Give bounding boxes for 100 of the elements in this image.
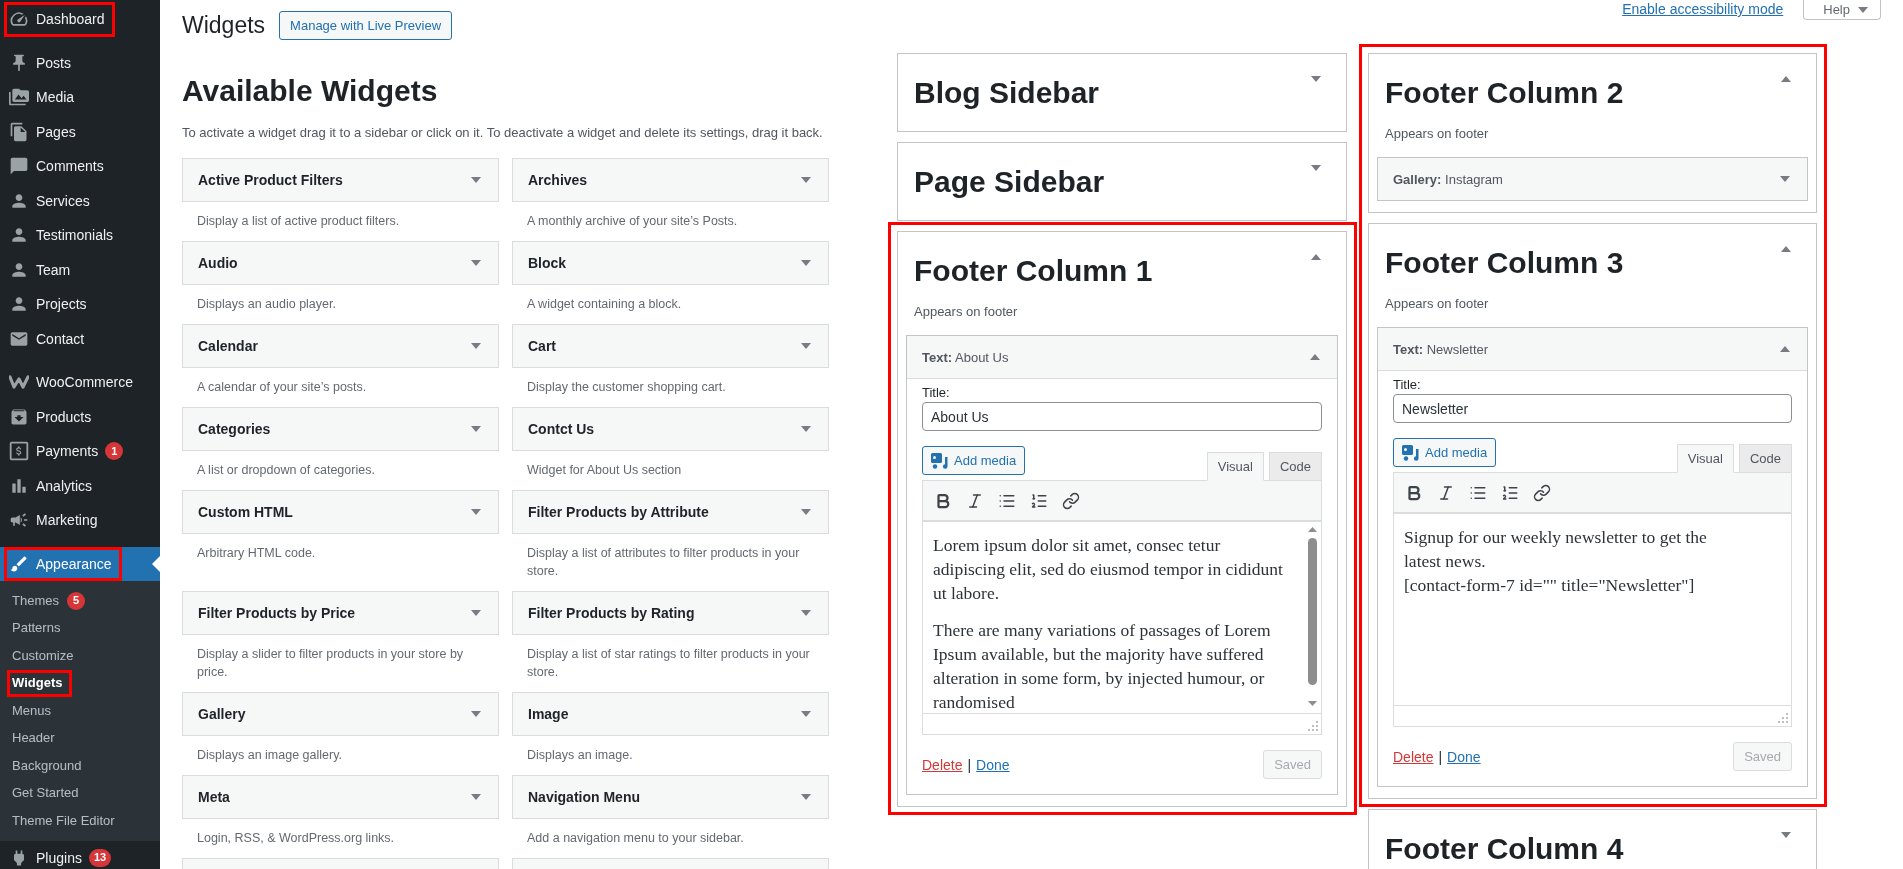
menu-item[interactable]: Testimonials — [0, 218, 160, 253]
menu-item[interactable]: Dashboard — [0, 2, 160, 37]
widget-header[interactable]: Archives — [512, 158, 829, 202]
widget-header[interactable]: Filter Products by Rating — [512, 591, 829, 635]
resize-grip-icon[interactable] — [1308, 721, 1318, 731]
help-button[interactable]: Help — [1803, 0, 1881, 20]
caret-down-icon[interactable] — [471, 177, 481, 183]
delete-link[interactable]: Delete — [922, 755, 963, 774]
caret-down-icon[interactable] — [471, 794, 481, 800]
menu-item[interactable]: Team — [0, 252, 160, 287]
editor-paragraph: Lorem ipsum dolor sit amet, consec tetur adipiscing elit, sed do eiusmod tempor in cididunt ut labore. — [933, 534, 1284, 605]
editor-paragraph: There are many variations of passages of Lorem Ipsum available, but the majority have suffered alteration in some form, by injected humour, or randomised — [933, 619, 1272, 713]
menu-item[interactable]: Media — [0, 80, 160, 115]
menu-item[interactable]: Plugins 13 — [0, 840, 160, 869]
delete-link[interactable]: Delete — [1393, 747, 1434, 766]
menu-item[interactable]: Pages — [0, 114, 160, 149]
done-link[interactable]: Done — [1447, 747, 1481, 766]
add-media-button[interactable]: Add media — [922, 446, 1026, 475]
caret-up-icon[interactable] — [1310, 354, 1320, 360]
count-badge: 1 — [105, 442, 124, 461]
menu-item[interactable]: Marketing — [0, 503, 160, 538]
caret-down-icon[interactable] — [801, 343, 811, 349]
widget-description: A widget containing a block. — [526, 296, 683, 313]
editor-tab[interactable]: Visual — [1206, 452, 1264, 481]
widget-header[interactable]: Navigation Menu — [512, 775, 829, 819]
widget-header[interactable]: Filter Products by Price — [182, 591, 499, 635]
caret-up-icon[interactable] — [1780, 346, 1790, 352]
widget-header[interactable]: Audio — [182, 241, 499, 285]
live-preview-button[interactable]: Manage with Live Preview — [279, 11, 453, 40]
menu-item[interactable]: Appearance — [0, 546, 160, 581]
editor-field[interactable] — [922, 522, 1322, 714]
editor-field[interactable]: Signup for our weekly newsletter to get the latest news. [contact-form-7 id="" title="Newsletter"] — [1393, 514, 1792, 706]
submenu-item[interactable]: Theme File Editor — [0, 807, 160, 835]
caret-down-icon[interactable] — [471, 343, 481, 349]
submenu-item[interactable]: Background — [0, 752, 160, 780]
widget-header[interactable]: Text: About Us — [907, 336, 1337, 379]
editor-tab[interactable]: Code — [1268, 452, 1322, 481]
widget-description: Display a list of attributes to filter products in your store. — [526, 545, 801, 580]
caret-down-icon[interactable] — [1858, 6, 1868, 13]
submenu-item[interactable]: Patterns — [0, 614, 160, 642]
widget-header[interactable]: Text: Newsletter — [1378, 328, 1807, 371]
submenu-item[interactable]: Menus — [0, 697, 160, 725]
caret-up-icon[interactable] — [1781, 246, 1791, 252]
widget-header[interactable]: Filter Products by Attribute — [512, 490, 829, 534]
caret-down-icon[interactable] — [471, 509, 481, 515]
widget-header[interactable]: Calendar — [182, 324, 499, 368]
caret-down-icon[interactable] — [801, 260, 811, 266]
widget-area-title: Page Sidebar — [914, 164, 1105, 200]
widget-header[interactable]: Categories — [182, 407, 499, 451]
resize-grip-icon[interactable] — [1778, 713, 1788, 723]
add-media-button[interactable]: Add media — [1393, 438, 1497, 467]
caret-down-icon[interactable] — [801, 177, 811, 183]
caret-down-icon[interactable] — [1781, 832, 1791, 838]
menu-item[interactable]: WooCommerce — [0, 365, 160, 400]
title-input[interactable]: About Us — [922, 402, 1322, 431]
widget-description: A calendar of your site’s posts. — [196, 379, 368, 396]
caret-down-icon[interactable] — [801, 794, 811, 800]
submenu-item[interactable]: Header — [0, 724, 160, 752]
menu-item[interactable]: Projects — [0, 287, 160, 322]
submenu-item[interactable]: Widgets — [0, 669, 160, 697]
widget-header[interactable]: Gallery: Instagram — [1377, 157, 1808, 201]
caret-down-icon[interactable] — [801, 610, 811, 616]
menu-item[interactable]: Analytics — [0, 468, 160, 503]
caret-down-icon[interactable] — [801, 426, 811, 432]
menu-item[interactable]: Comments — [0, 149, 160, 184]
caret-down-icon[interactable] — [1311, 165, 1321, 171]
menu-item[interactable]: Products — [0, 399, 160, 434]
accessibility-link[interactable]: Enable accessibility mode — [1622, 0, 1784, 18]
editor-tab[interactable]: Visual — [1676, 444, 1734, 473]
widget-header[interactable]: Contct Us — [512, 407, 829, 451]
caret-down-icon[interactable] — [471, 426, 481, 432]
widget-header[interactable]: Block — [512, 241, 829, 285]
widget-header[interactable]: Image — [512, 692, 829, 736]
widget-header[interactable]: Meta — [182, 775, 499, 819]
menu-item[interactable]: Payments 1 — [0, 434, 160, 469]
title-input[interactable]: Newsletter — [1393, 394, 1792, 423]
editor-tab[interactable]: Code — [1738, 444, 1792, 473]
done-link[interactable]: Done — [976, 755, 1010, 774]
caret-down-icon[interactable] — [471, 610, 481, 616]
caret-up-icon[interactable] — [1311, 254, 1321, 260]
submenu-item[interactable]: Customize — [0, 642, 160, 670]
widget-header[interactable]: Custom HTML — [182, 490, 499, 534]
menu-item[interactable]: Services — [0, 183, 160, 218]
pages-icon — [9, 121, 29, 142]
caret-up-icon[interactable] — [1781, 76, 1791, 82]
submenu-item[interactable]: Get Started — [0, 779, 160, 807]
caret-down-icon[interactable] — [801, 711, 811, 717]
caret-down-icon[interactable] — [1780, 176, 1790, 182]
widget-header[interactable]: Active Product Filters — [182, 158, 499, 202]
submenu-item[interactable]: Themes 5 — [0, 587, 160, 615]
menu-item[interactable]: Posts — [0, 45, 160, 80]
caret-down-icon[interactable] — [471, 711, 481, 717]
caret-down-icon[interactable] — [1311, 76, 1321, 82]
widget-header[interactable]: Gallery — [182, 692, 499, 736]
caret-down-icon[interactable] — [801, 509, 811, 515]
media-icon — [9, 87, 29, 108]
caret-down-icon[interactable] — [471, 260, 481, 266]
menu-item[interactable]: Contact — [0, 321, 160, 356]
widget-header[interactable]: Cart — [512, 324, 829, 368]
count-badge: 5 — [66, 591, 85, 610]
